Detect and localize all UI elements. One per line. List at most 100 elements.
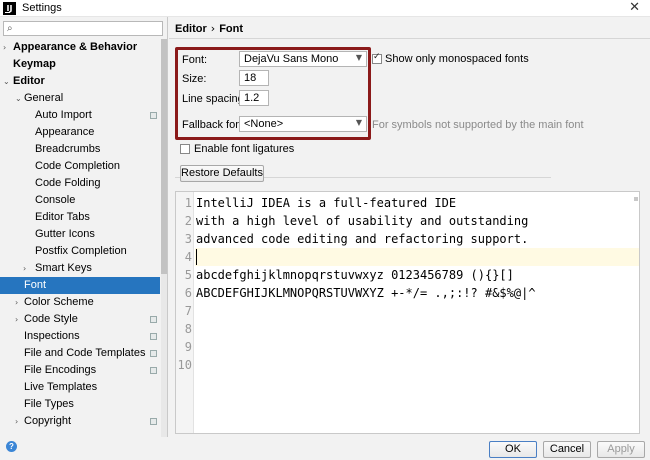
sidebar-item-code-style[interactable]: › Code Style	[0, 311, 160, 328]
font-settings-panel: Editor›Font Font: DejaVu Sans Mono ▼ Sho…	[169, 17, 650, 437]
sidebar-item-label: Auto Import	[35, 109, 92, 121]
size-label: Size:	[182, 73, 207, 85]
sidebar-scrollbar[interactable]	[161, 39, 167, 437]
line-number: 1	[184, 196, 192, 210]
sidebar-item-label: Code Folding	[35, 177, 101, 189]
fallback-font-combo[interactable]: <None> ▼	[239, 116, 367, 132]
cancel-button[interactable]: Cancel	[543, 441, 591, 458]
settings-sidebar: ⌕ › Appearance & Behavior Keymap ⌄ Editor ⌄ Ge…	[0, 17, 168, 437]
sidebar-item-label: Code Completion	[35, 160, 120, 172]
code-line: IntelliJ IDEA is a full-featured IDE	[196, 196, 457, 210]
search-icon: ⌕	[7, 23, 13, 34]
sidebar-item-label: File Encodings	[24, 364, 97, 376]
line-number: 10	[177, 358, 192, 372]
settings-tree: › Appearance & Behavior Keymap ⌄ Editor ⌄ Gene…	[0, 39, 160, 430]
sidebar-item-label: Appearance & Behavior	[13, 41, 138, 53]
fallback-font-label: Fallback font:	[182, 119, 248, 131]
sidebar-item-smart-keys[interactable]: › Smart Keys	[0, 260, 160, 277]
settings-search[interactable]: ⌕	[3, 21, 163, 36]
sidebar-scrollbar-thumb[interactable]	[161, 39, 167, 274]
ligatures-checkbox[interactable]	[180, 144, 190, 154]
font-value: DejaVu Sans Mono	[244, 53, 339, 65]
sidebar-item-gutter-icons[interactable]: Gutter Icons	[0, 226, 160, 243]
sidebar-item-breadcrumbs[interactable]: Breadcrumbs	[0, 141, 160, 158]
sidebar-item-general[interactable]: ⌄ General	[0, 90, 160, 107]
ligatures-label: Enable font ligatures	[194, 143, 295, 155]
window-title: Settings	[22, 2, 62, 14]
breadcrumb-current: Font	[219, 23, 244, 35]
chevron-down-icon[interactable]: ⌄	[3, 73, 10, 90]
search-input[interactable]	[20, 22, 160, 35]
sidebar-item-editor-tabs[interactable]: Editor Tabs	[0, 209, 160, 226]
sidebar-item-font[interactable]: Font	[0, 277, 160, 294]
sidebar-item-code-folding[interactable]: Code Folding	[0, 175, 160, 192]
chevron-right-icon[interactable]: ›	[15, 413, 18, 430]
line-number-gutter: 1 2 3 4 5 6 7 8 9 10	[176, 192, 194, 433]
sidebar-item-label: Breadcrumbs	[35, 143, 101, 155]
mono-only-checkbox[interactable]	[372, 52, 382, 64]
sidebar-item-console[interactable]: Console	[0, 192, 160, 209]
project-scope-icon	[150, 333, 157, 340]
line-number: 8	[184, 322, 192, 336]
mono-only-label: Show only monospaced fonts	[385, 53, 529, 65]
code-line: with a high level of usability and outst…	[196, 214, 529, 228]
sidebar-item-label: Inspections	[24, 330, 80, 342]
line-number: 4	[184, 250, 192, 264]
line-number: 9	[184, 340, 192, 354]
line-number: 7	[184, 304, 192, 318]
breadcrumb-divider	[169, 38, 650, 39]
project-scope-icon	[150, 350, 157, 357]
sidebar-item-copyright[interactable]: › Copyright	[0, 413, 160, 430]
sidebar-item-label: Gutter Icons	[35, 228, 95, 240]
sidebar-item-file-and-code-templates[interactable]: File and Code Templates	[0, 345, 160, 362]
sidebar-item-appearance[interactable]: Appearance	[0, 124, 160, 141]
app-icon-text: IJ	[6, 4, 13, 13]
sidebar-item-appearance-behavior[interactable]: › Appearance & Behavior	[0, 39, 160, 56]
code-line: ABCDEFGHIJKLMNOPQRSTUVWXYZ +-*/= .,;:!? …	[196, 286, 536, 300]
font-combo[interactable]: DejaVu Sans Mono ▼	[239, 51, 367, 67]
line-spacing-label: Line spacing:	[182, 93, 247, 105]
project-scope-icon	[150, 367, 157, 374]
sidebar-item-label: Smart Keys	[35, 262, 92, 274]
chevron-right-icon[interactable]: ›	[3, 39, 6, 56]
font-preview-editor[interactable]: 1 2 3 4 5 6 7 8 9 10 IntelliJ IDEA is a full-feat…	[175, 191, 640, 434]
sidebar-item-label: Code Style	[24, 313, 78, 325]
restore-defaults-button[interactable]: Restore Defaults	[180, 165, 264, 182]
sidebar-item-keymap[interactable]: Keymap	[0, 56, 160, 73]
sidebar-item-color-scheme[interactable]: › Color Scheme	[0, 294, 160, 311]
sidebar-item-auto-import[interactable]: Auto Import	[0, 107, 160, 124]
breadcrumb-parent[interactable]: Editor	[175, 23, 207, 35]
sidebar-item-label: Color Scheme	[24, 296, 94, 308]
intellij-app-icon: IJ	[3, 2, 16, 15]
close-icon[interactable]: ✕	[629, 0, 640, 15]
chevron-right-icon[interactable]: ›	[15, 311, 18, 328]
code-line: abcdefghijklmnopqrstuvwxyz 0123456789 ()…	[196, 268, 514, 282]
line-number: 2	[184, 214, 192, 228]
sidebar-item-label: Font	[24, 279, 47, 291]
sidebar-item-code-completion[interactable]: Code Completion	[0, 158, 160, 175]
chevron-down-icon[interactable]: ⌄	[15, 90, 22, 107]
sidebar-item-postfix-completion[interactable]: Postfix Completion	[0, 243, 160, 260]
fallback-font-hint: For symbols not supported by the main fo…	[372, 119, 584, 131]
help-icon[interactable]: ?	[6, 441, 17, 452]
chevron-right-icon[interactable]: ›	[15, 294, 18, 311]
ok-button[interactable]: OK	[489, 441, 537, 458]
sidebar-item-file-encodings[interactable]: File Encodings	[0, 362, 160, 379]
sidebar-item-label: Editor	[13, 75, 45, 87]
sidebar-item-file-types[interactable]: File Types	[0, 396, 160, 413]
apply-button[interactable]: Apply	[597, 441, 645, 458]
sidebar-item-label: General	[24, 92, 64, 104]
chevron-right-icon[interactable]: ›	[23, 260, 26, 277]
project-scope-icon	[150, 112, 157, 119]
sidebar-item-label: Editor Tabs	[35, 211, 90, 223]
sidebar-item-label: Live Templates	[24, 381, 98, 393]
text-caret	[196, 249, 197, 265]
sidebar-item-label: Postfix Completion	[35, 245, 127, 257]
sidebar-item-label: File and Code Templates	[24, 347, 146, 359]
size-field[interactable]: 18	[239, 70, 269, 86]
sidebar-item-editor[interactable]: ⌄ Editor	[0, 73, 160, 90]
sidebar-item-inspections[interactable]: Inspections	[0, 328, 160, 345]
sidebar-item-live-templates[interactable]: Live Templates	[0, 379, 160, 396]
line-spacing-field[interactable]: 1.2	[239, 90, 269, 106]
chevron-down-icon: ▼	[355, 53, 362, 62]
